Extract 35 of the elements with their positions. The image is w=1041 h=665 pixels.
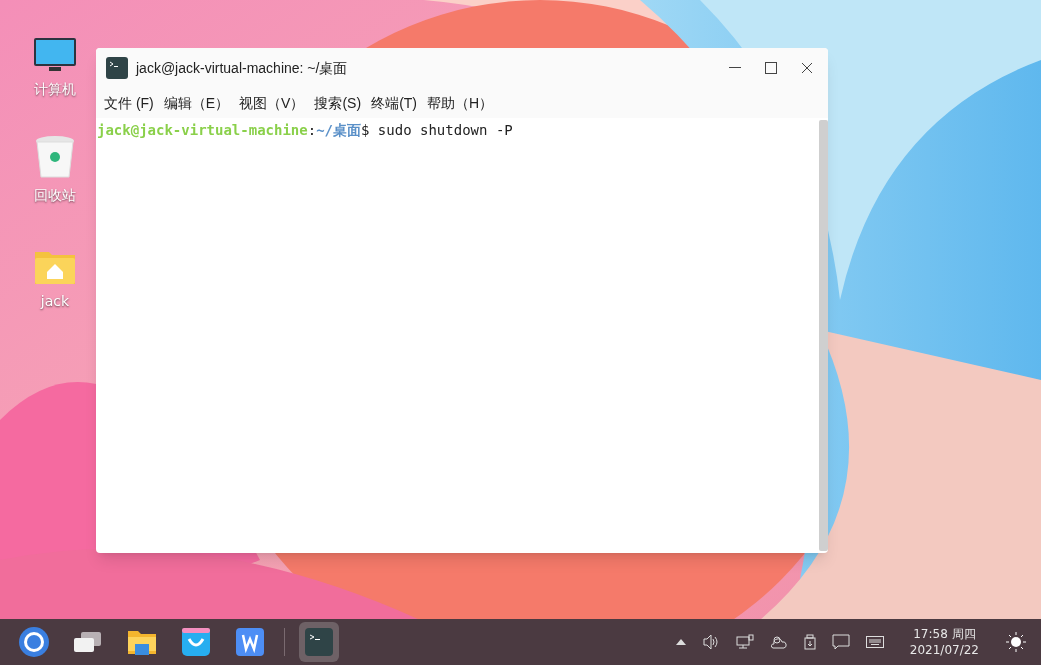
menu-item[interactable]: 视图（V）	[235, 92, 309, 114]
clock-date: 2021/07/22	[909, 642, 979, 658]
home-folder-icon	[34, 249, 76, 285]
terminal-output: jack@jack-virtual-machine:~/桌面$ sudo shutdown -P	[96, 121, 514, 140]
scrollbar[interactable]	[819, 120, 828, 551]
icon-label: 回收站	[34, 186, 76, 205]
usb-icon[interactable]	[803, 634, 816, 650]
monitor-icon	[33, 37, 77, 73]
document-app-icon	[235, 627, 265, 657]
windows-icon	[73, 631, 103, 653]
speaker-icon[interactable]	[701, 634, 720, 650]
minimize-icon	[729, 67, 741, 69]
window-title: jack@jack-virtual-machine: ~/桌面	[136, 58, 348, 78]
weather-icon[interactable]	[769, 634, 788, 650]
icon-label: 计算机	[34, 80, 76, 99]
maximize-icon	[765, 62, 777, 74]
shopping-bag-icon	[181, 627, 211, 657]
up-arrow-icon[interactable]	[675, 639, 686, 645]
close-icon	[801, 62, 813, 74]
terminal-icon	[106, 57, 128, 79]
folder-icon	[127, 628, 157, 656]
trash-icon	[35, 135, 75, 179]
theme-icon[interactable]	[1005, 631, 1027, 653]
menu-item[interactable]: 终端(T)	[367, 92, 421, 114]
menu-item[interactable]: 搜索(S)	[310, 92, 366, 114]
clock-time: 17:58 周四	[913, 626, 976, 642]
menu-item[interactable]: 编辑（E）	[159, 92, 234, 114]
network-icon[interactable]	[735, 634, 754, 650]
menu-item[interactable]: 帮助（H）	[423, 92, 498, 114]
start-icon	[18, 626, 50, 658]
menu-item[interactable]: 文件 (F)	[100, 92, 158, 114]
icon-label: jack	[40, 292, 70, 311]
chat-icon[interactable]	[831, 634, 850, 650]
keyboard-icon[interactable]	[865, 636, 884, 648]
terminal-icon	[305, 628, 333, 656]
